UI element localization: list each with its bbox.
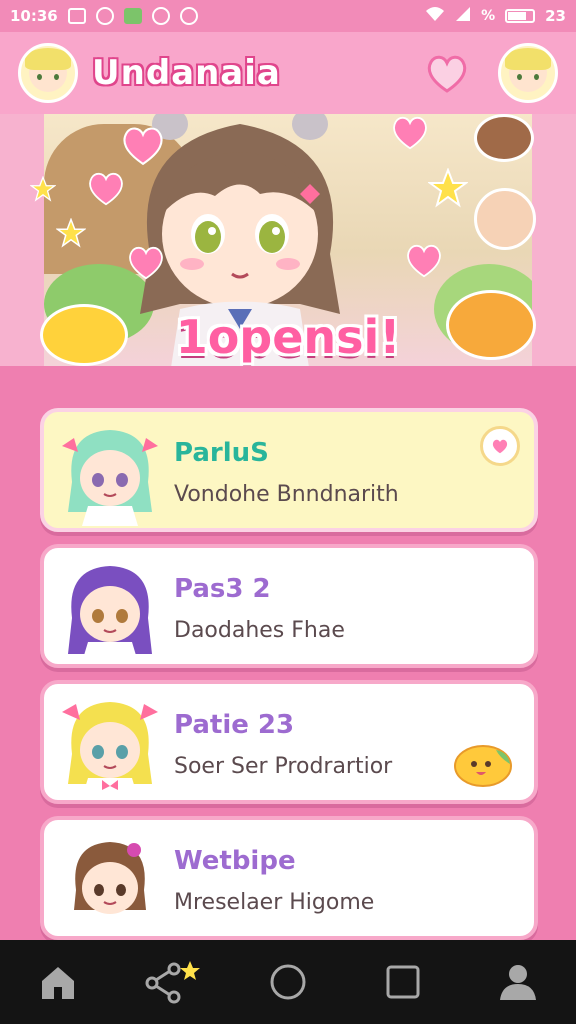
star-icon: [30, 176, 56, 202]
app-icon: [95, 7, 114, 25]
circle-home-icon[interactable]: [258, 952, 318, 1012]
list-item-title: Wetbipe: [174, 846, 296, 876]
list-item-subtitle: Vondohe Bnndnarith: [174, 482, 399, 507]
play-icon: [151, 7, 170, 25]
list-item-title: ParluS: [174, 438, 269, 468]
peach-mascot-icon: [474, 188, 536, 250]
list-item[interactable]: ParluS Vondohe Bnndnarith: [40, 408, 538, 532]
heart-icon: [393, 116, 427, 150]
character-avatar: [62, 702, 158, 798]
share-icon[interactable]: [143, 952, 203, 1012]
star-icon: [428, 168, 468, 208]
list-item-subtitle: Daodahes Fhae: [174, 618, 345, 643]
wifi-icon: [425, 6, 445, 26]
signal-icon: [455, 6, 471, 26]
character-avatar: [74, 842, 146, 934]
list-item[interactable]: Wetbipe Mreselaer Higome: [40, 816, 538, 940]
app-header: Undanaia: [0, 32, 576, 114]
bread-mascot-icon: [454, 745, 512, 787]
character-avatar: [62, 430, 158, 526]
content-list: ParluS Vondohe Bnndnarith Pas3 2 Daodahe…: [40, 408, 538, 952]
star-icon: [56, 218, 86, 248]
banner-title: 1opensi!: [175, 310, 401, 364]
list-item[interactable]: Patie 23 Soer Ser Prodrartior: [40, 680, 538, 804]
list-item-subtitle: Mreselaer Higome: [174, 890, 375, 915]
list-item-title: Pas3 2: [174, 574, 271, 604]
sync-icon: [179, 7, 198, 25]
status-bar: 10:36 % 23: [0, 0, 576, 32]
home-icon[interactable]: [28, 952, 88, 1012]
gallery-icon: [67, 8, 86, 24]
heart-icon: [123, 127, 163, 166]
avatar-icon[interactable]: [18, 43, 78, 103]
profile-icon[interactable]: [488, 952, 548, 1012]
battery-text: 23: [545, 7, 566, 25]
character-avatar: [62, 562, 158, 662]
app-title: Undanaia: [92, 53, 281, 93]
profile-avatar-icon[interactable]: [498, 43, 558, 103]
square-recents-icon[interactable]: [373, 952, 433, 1012]
heart-icon[interactable]: [480, 426, 520, 466]
percent-icon: %: [481, 8, 496, 24]
hero-banner[interactable]: 1opensi!: [0, 114, 576, 366]
status-time: 10:36: [10, 7, 58, 25]
battery-icon: [505, 9, 536, 23]
bottom-navigation: [0, 940, 576, 1024]
monkey-mascot-icon: [474, 114, 534, 162]
heart-icon: [129, 246, 163, 280]
list-item-title: Patie 23: [174, 710, 295, 740]
android-icon: [123, 8, 142, 24]
list-item[interactable]: Pas3 2 Daodahes Fhae: [40, 544, 538, 668]
list-item-subtitle: Soer Ser Prodrartior: [174, 754, 393, 779]
heart-icon[interactable]: [422, 48, 472, 98]
heart-icon: [89, 172, 123, 206]
heart-icon: [407, 244, 441, 278]
